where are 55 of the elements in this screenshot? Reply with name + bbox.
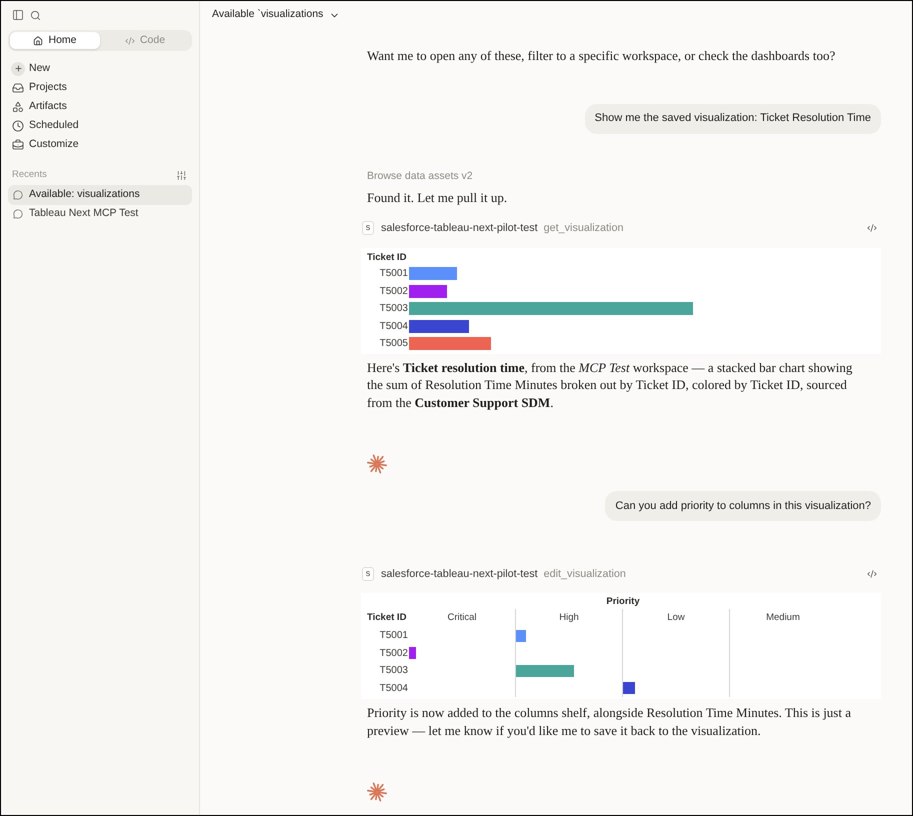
column-header: Critical [447,610,477,625]
shapes-icon [12,100,24,112]
tab[interactable]: Home [10,32,100,49]
server-name: salesforce-tableau-next-pilot-test [381,220,538,236]
axis-title: Priority [606,594,640,609]
tool-name: edit_visualization [544,566,626,582]
nav-item[interactable]: New [8,59,192,78]
tool-name: get_visualization [544,220,624,236]
starburst-icon [367,454,387,474]
nav-item[interactable]: Scheduled [8,116,192,135]
row-label: T5004 [380,320,408,334]
assistant-message: Priority is now added to the columns shelf, alongside Resolution Time Minutes. This is just a preview — let me know if you'd like me to save it back to the visualization. [367,704,852,739]
sliders-icon[interactable] [176,170,187,180]
axis-title: Ticket ID [367,610,406,625]
nav-item[interactable]: Projects [8,78,192,97]
recent-chat-item[interactable]: Tableau Next MCP Test [8,204,192,224]
starburst-icon [367,782,387,802]
section-label: Recents [12,168,47,182]
nav-item[interactable]: Customize [8,135,192,154]
tray-icon [12,82,24,94]
clock-icon [12,120,24,132]
row-label: T5001 [380,629,408,644]
server-name: salesforce-tableau-next-pilot-test [381,566,538,582]
chat-bubble-icon [13,209,23,220]
column-header: Medium [766,610,800,625]
chat-bubble-icon [13,190,23,200]
code-view-icon[interactable] [867,569,877,579]
column-header: Low [667,610,685,625]
recent-chat-item[interactable]: Available: visualizations [8,185,192,204]
search-icon[interactable] [30,10,41,20]
plus-icon [11,62,25,76]
row-label: T5002 [380,646,408,661]
status-text: Browse data assets v2 [367,168,474,184]
chat-title-dropdown[interactable]: Available `visualizations [212,7,340,23]
briefcase-icon [12,138,24,150]
code-view-icon[interactable] [867,223,877,233]
axis-title: Ticket ID [367,250,406,265]
assistant-message: Found it. Let me pull it up. [367,188,508,206]
column-header: High [559,610,579,625]
row-label: T5005 [380,337,408,352]
row-label: T5003 [380,302,408,316]
code-icon [124,36,135,46]
row-label: T5001 [380,267,408,282]
server-badge: s [362,567,374,581]
assistant-message: Want me to open any of these, filter to a specific workspace, or check the dashboards too? [367,47,836,64]
row-label: T5004 [380,682,408,696]
nav-item[interactable]: Artifacts [8,97,192,116]
user-message: Can you add priority to columns in this visualization? [605,491,881,521]
assistant-message: Here's Ticket resolution time, from the MCP Test workspace — a stacked bar chart showing the sum of Resolution Time Minutes broken out by Ticket ID, colored by Ticket ID, sourced from the Customer Support SDM. [367,358,854,411]
user-message: Show me the saved visualization: Ticket Resolution Time [584,104,881,134]
row-label: T5002 [380,284,408,299]
server-badge: s [362,221,374,235]
row-label: T5003 [380,664,408,678]
sidebar-toggle-icon[interactable] [12,9,24,21]
house-icon [33,36,44,46]
